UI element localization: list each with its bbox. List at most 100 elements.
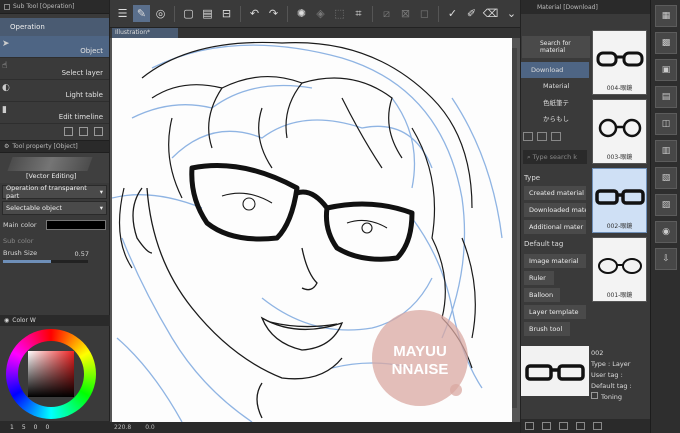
canvas-scrollbar[interactable]	[512, 48, 517, 408]
tag-brush-tool[interactable]: Brush tool	[524, 322, 570, 336]
main-color-swatch[interactable]	[46, 220, 106, 230]
tree-item-material[interactable]: Material	[521, 78, 589, 94]
tool-property-title: Tool property [Object]	[12, 143, 78, 150]
material-info: 002 Type : Layer User tag : Default tag …	[591, 348, 649, 403]
divider	[372, 5, 373, 22]
material-search-input[interactable]: ⌕ Type search k	[523, 150, 587, 164]
menu-icon[interactable]: ☰	[114, 5, 131, 22]
tree-item-colored-pencil[interactable]: 色紙筆テ	[521, 94, 589, 110]
main-color-label: Main color	[3, 221, 37, 229]
material-image-icon[interactable]: ▤	[655, 86, 677, 108]
material-tile[interactable]: 002-眼鏡	[592, 168, 647, 233]
subtool-item-edit-timeline[interactable]: ▮ Edit timeline	[0, 102, 109, 124]
subtool-item-label: Object	[80, 47, 103, 55]
material-pattern-icon[interactable]: ▧	[655, 167, 677, 189]
new-file-icon[interactable]: ▢	[180, 5, 197, 22]
brush-preview	[7, 157, 93, 171]
divider	[240, 5, 241, 22]
rotation-angle[interactable]: 0.0	[145, 424, 155, 431]
clear-icon[interactable]: ✺	[293, 5, 310, 22]
downloaded-material-button[interactable]: Downloaded mate	[524, 203, 586, 217]
glasses-thumbnail	[598, 118, 642, 138]
panel-menu-icon[interactable]	[4, 3, 10, 10]
crop-icon[interactable]: ⌗	[350, 5, 367, 22]
toning-label: Toning	[601, 393, 623, 401]
material-3d-icon[interactable]: ◫	[655, 113, 677, 135]
material-tile[interactable]: 003-眼鏡	[592, 99, 647, 164]
chevron-down-icon[interactable]: ⌄	[503, 5, 520, 22]
import-icon[interactable]	[64, 127, 73, 136]
save-icon[interactable]: ⊟	[218, 5, 235, 22]
material-color-icon[interactable]: ▣	[655, 59, 677, 81]
saturation-value-square[interactable]	[28, 351, 74, 397]
material-download-icon[interactable]: ⇩	[655, 248, 677, 270]
material-manga-icon[interactable]: ▥	[655, 140, 677, 162]
subtool-item-label: Edit timeline	[58, 113, 103, 121]
color-wheel[interactable]	[6, 329, 96, 419]
view-toggle-icon[interactable]	[525, 422, 534, 430]
main-color-row: Main color	[0, 217, 109, 233]
trash-icon[interactable]	[593, 422, 602, 430]
dropdown-value: Operation of transparent part	[6, 184, 87, 200]
divider	[174, 5, 175, 22]
pen-tool-icon[interactable]: ✎	[133, 5, 150, 22]
tool-property-preview: [Vector Editing]	[0, 153, 109, 183]
operation-transparent-dropdown[interactable]: Operation of transparent part ▾	[2, 184, 107, 200]
sync-icon[interactable]	[559, 422, 568, 430]
subtool-item-light-table[interactable]: ◐ Light table	[0, 80, 109, 102]
selection-layer-icon[interactable]: ◻	[416, 5, 433, 22]
eraser-icon[interactable]: ⌫	[482, 5, 499, 22]
brush-size-value[interactable]: 0.57	[75, 250, 89, 258]
brush-size-slider[interactable]	[3, 260, 88, 263]
open-file-icon[interactable]: ▤	[199, 5, 216, 22]
subtool-item-select-layer[interactable]: ☝ Select layer	[0, 58, 109, 80]
tree-item-download[interactable]: Download	[521, 62, 589, 78]
subtool-item-object[interactable]: ➤ Object	[0, 36, 109, 58]
zoom-level[interactable]: 220.8	[114, 424, 131, 431]
favorite-icon[interactable]	[576, 422, 585, 430]
divider	[287, 5, 288, 22]
tree-item-label: Material	[543, 82, 570, 90]
fit-view-icon[interactable]: ◎	[152, 5, 169, 22]
invert-selection-icon[interactable]: ⊠	[397, 5, 414, 22]
tile-caption: 001-眼鏡	[606, 292, 633, 299]
selectable-object-dropdown[interactable]: Selectable object ▾	[2, 201, 107, 215]
created-material-button[interactable]: Created material	[524, 186, 586, 200]
copy-icon[interactable]	[523, 132, 533, 141]
undo-icon[interactable]: ↶	[246, 5, 263, 22]
subtool-group-tab[interactable]: Operation	[0, 18, 109, 36]
brush-icon[interactable]: ✐	[463, 5, 480, 22]
folder-add-icon[interactable]	[551, 132, 561, 141]
duplicate-icon[interactable]	[79, 127, 88, 136]
tag-image-material[interactable]: Image material	[524, 254, 586, 268]
color-readout-value: 5	[21, 423, 26, 431]
drawing-canvas[interactable]: MAYUU NNAISE	[112, 38, 512, 422]
material-tile[interactable]: 001-眼鏡	[592, 237, 647, 302]
additional-material-button[interactable]: Additional mater	[524, 220, 586, 234]
deselect-icon[interactable]: ⧄	[378, 5, 395, 22]
fill-icon[interactable]: ◈	[312, 5, 329, 22]
tag-balloon[interactable]: Balloon	[524, 288, 560, 302]
toning-checkbox[interactable]	[591, 392, 598, 399]
redo-icon[interactable]: ↷	[265, 5, 282, 22]
folder-icon[interactable]	[537, 132, 547, 141]
document-tab[interactable]: Illustration*	[112, 28, 178, 38]
trash-icon[interactable]	[94, 127, 103, 136]
material-brush-icon[interactable]: ▨	[655, 194, 677, 216]
default-tag-label: Default tag	[524, 240, 564, 248]
material-palette-icon[interactable]: ▦	[655, 5, 677, 27]
transform-icon[interactable]: ⬚	[331, 5, 348, 22]
material-camera-icon[interactable]: ◉	[655, 221, 677, 243]
check-pen-icon[interactable]: ✓	[444, 5, 461, 22]
tree-item-more[interactable]: からもし	[521, 110, 589, 126]
wrench-icon: ⚙	[4, 143, 10, 150]
search-icon: ⌕	[527, 152, 531, 161]
watermark-line1: MAYUU	[393, 343, 447, 360]
tree-item-label: からもし	[543, 115, 569, 123]
paste-icon[interactable]	[542, 422, 551, 430]
material-monochrome-icon[interactable]: ▩	[655, 32, 677, 54]
tag-ruler[interactable]: Ruler	[524, 271, 554, 285]
material-tile[interactable]: 004-眼鏡	[592, 30, 647, 95]
search-material-button[interactable]: Search for material	[522, 36, 590, 58]
tag-layer-template[interactable]: Layer template	[524, 305, 586, 319]
